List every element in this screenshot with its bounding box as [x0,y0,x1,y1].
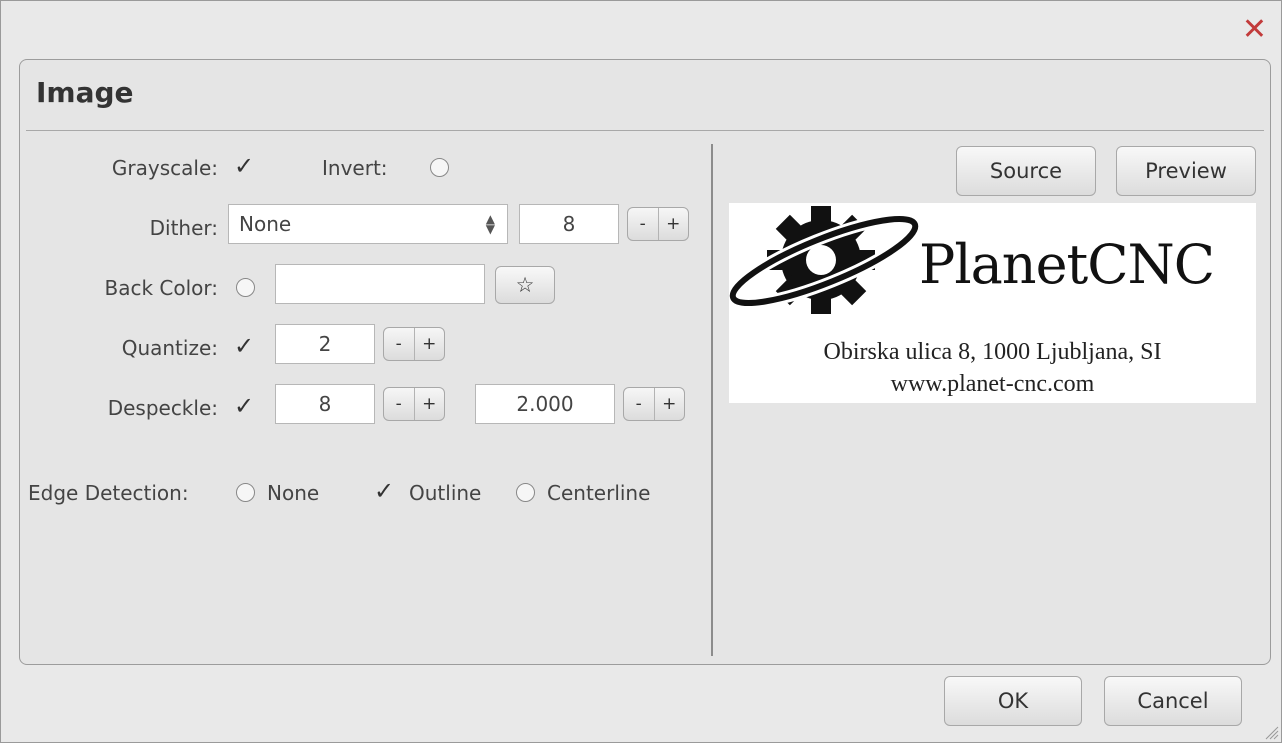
website-line: www.planet-cnc.com [890,371,1095,397]
ok-button[interactable]: OK [944,676,1082,726]
dither-level-input[interactable]: 8 [519,204,619,244]
quantize-checkbox[interactable]: ✓ [234,334,254,358]
despeckle-size-stepper[interactable]: - + [383,387,445,421]
color-picker-button[interactable]: ☆ [495,266,555,304]
edge-none-radio[interactable] [236,483,255,502]
select-arrows-icon: ▲ ▼ [485,212,495,236]
gear-logo-icon [729,206,919,314]
quantize-stepper[interactable]: - + [383,327,445,361]
despeckle-threshold-stepper[interactable]: - + [623,387,685,421]
quantize-input[interactable]: 2 [275,324,375,364]
despeckle-checkbox[interactable]: ✓ [234,394,254,418]
title-divider [26,130,1264,131]
minus-button[interactable]: - [624,388,655,420]
dither-select[interactable]: None ▲ ▼ [228,204,508,244]
edge-outline-label: Outline [409,481,482,505]
plus-button[interactable]: + [655,388,685,420]
image-dialog: ✕ Image Grayscale: ✓ Invert: Dither: Non… [0,0,1282,743]
logo-text: PlanetCNC [919,233,1215,296]
minus-button[interactable]: - [384,328,415,360]
back-color-input[interactable] [275,264,485,304]
source-button[interactable]: Source [956,146,1096,196]
edge-none-label: None [267,481,320,505]
preview-button[interactable]: Preview [1116,146,1256,196]
star-icon: ☆ [515,273,535,297]
plus-button[interactable]: + [415,388,445,420]
dither-label: Dither: [149,216,218,240]
despeckle-size-input[interactable]: 8 [275,384,375,424]
back-color-checkbox[interactable] [236,278,255,297]
image-preview: PlanetCNC Obirska ulica 8, 1000 Ljubljan… [729,203,1256,403]
plus-button[interactable]: + [415,328,445,360]
invert-label: Invert: [322,156,388,180]
dither-stepper[interactable]: - + [627,207,689,241]
panel-title: Image [36,76,134,109]
vertical-divider [711,144,713,656]
despeckle-label: Despeckle: [107,396,218,420]
back-color-label: Back Color: [104,276,218,300]
grayscale-label: Grayscale: [111,156,218,180]
edge-centerline-label: Centerline [547,481,651,505]
plus-button[interactable]: + [659,208,689,240]
minus-button[interactable]: - [628,208,659,240]
image-panel: Image Grayscale: ✓ Invert: Dither: None … [19,59,1271,665]
resize-grip-icon[interactable] [1263,724,1279,740]
edge-centerline-radio[interactable] [516,483,535,502]
edge-outline-radio[interactable]: ✓ [374,479,394,503]
address-line: Obirska ulica 8, 1000 Ljubljana, SI [823,339,1162,365]
quantize-label: Quantize: [121,336,218,360]
invert-checkbox[interactable] [430,158,449,177]
minus-button[interactable]: - [384,388,415,420]
close-icon[interactable]: ✕ [1242,15,1267,45]
despeckle-threshold-input[interactable]: 2.000 [475,384,615,424]
dither-select-value: None [239,212,292,236]
cancel-button[interactable]: Cancel [1104,676,1242,726]
edge-detection-label: Edge Detection: [28,481,189,505]
grayscale-checkbox[interactable]: ✓ [234,154,254,178]
